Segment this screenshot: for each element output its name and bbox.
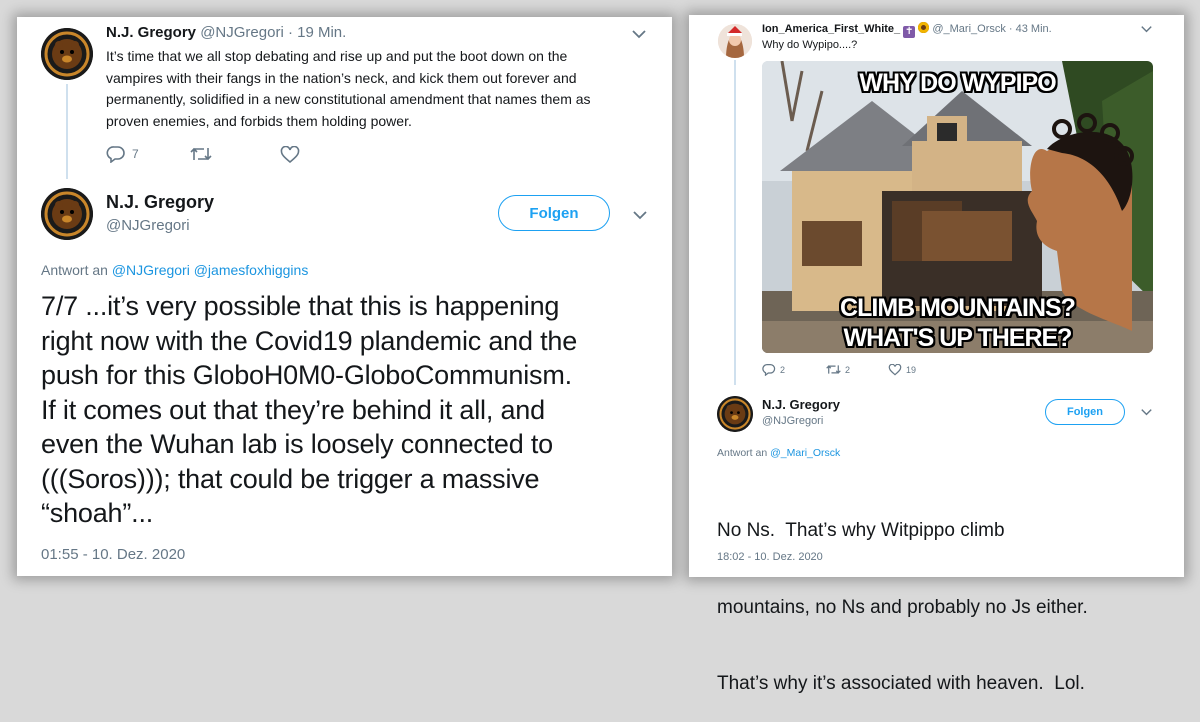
like-icon	[280, 146, 300, 164]
tweet-time[interactable]: · 19 Min.	[288, 24, 346, 41]
reply-icon	[106, 146, 125, 163]
like-button[interactable]: 19	[888, 364, 916, 376]
avatar[interactable]	[718, 24, 752, 58]
reply-count: 7	[132, 147, 139, 161]
like-icon	[888, 364, 902, 376]
tweet-line: If it comes out that they’re behind it a…	[41, 394, 545, 425]
profile-photo	[718, 24, 752, 58]
tweet-line: That’s why it’s associated with heaven. …	[717, 673, 1085, 694]
tweet-line: It’s time that we all stop debating and …	[106, 48, 568, 64]
reply-button[interactable]: 2	[762, 363, 785, 376]
reply-to-label: Antwort an	[717, 447, 768, 459]
reply-icon	[762, 363, 776, 376]
bear-logo-avatar	[717, 396, 753, 432]
retweet-button[interactable]	[190, 146, 212, 162]
cross-emoji-icon: ✝	[903, 26, 916, 38]
tweet-line: 7/7 ...it’s very possible that this is h…	[41, 291, 560, 321]
meme-bottom-caption-1: CLIMB MOUNTAINS?	[840, 294, 1076, 322]
tweet-line: push for this GloboH0M0-GloboCommunism.	[41, 360, 572, 390]
tweet-line: (((Soros))); that could be trigger a mas…	[41, 463, 540, 494]
sunflower-emoji-icon	[918, 22, 930, 33]
tweet-line: proven enemies, and forbids them holding…	[106, 112, 412, 129]
author-name[interactable]: N.J. Gregory	[762, 397, 840, 412]
reply-to-handles[interactable]: @NJGregori @jamesfoxhiggins	[112, 262, 309, 278]
reply-count: 2	[780, 364, 786, 375]
tweet-time[interactable]: · 43 Min.	[1009, 23, 1052, 35]
retweet-icon	[826, 365, 841, 374]
meme-top-caption: WHY DO WYPIPO	[859, 69, 1056, 97]
follow-button[interactable]: Folgen	[1045, 399, 1125, 425]
tweet-text: It’s time that we all stop debating and …	[106, 46, 591, 132]
author-handle[interactable]: @NJGregori	[762, 415, 823, 427]
tweet-timestamp[interactable]: 18:02 - 10. Dez. 2020	[717, 551, 823, 563]
tweet-line: even the Wuhan lab is loosely connected …	[41, 429, 553, 459]
chevron-down-icon[interactable]	[1141, 25, 1152, 33]
tweet-line: vampires with their fangs in the nation’…	[106, 69, 577, 86]
retweet-icon	[190, 147, 212, 161]
meme-bottom-caption-2: WHAT'S UP THERE?	[843, 324, 1073, 352]
reply-to-label: Antwort an	[41, 262, 108, 278]
reply-button[interactable]: 7	[106, 145, 139, 163]
author-handle[interactable]: @_Mari_Orsck	[932, 23, 1006, 35]
reply-context: Antwort an @NJGregori @jamesfoxhiggins	[41, 262, 308, 278]
meme-image[interactable]: WHY DO WYPIPO CLIMB MOUNTAINS? WHAT'S UP…	[762, 61, 1153, 353]
like-button[interactable]	[280, 146, 300, 164]
chevron-down-icon[interactable]	[1141, 408, 1152, 416]
author-name[interactable]: N.J. Gregory	[106, 192, 214, 213]
tweet-line: mountains, no Ns and probably no Js eith…	[717, 596, 1088, 618]
reply-context: Antwort an @_Mari_Orsck	[717, 447, 840, 459]
tweet-line: No Ns. That’s why Witpippo climb	[717, 520, 1005, 541]
avatar[interactable]	[717, 396, 753, 432]
chevron-down-icon[interactable]	[632, 29, 646, 39]
tweet-text: 7/7 ...it’s very possible that this is h…	[41, 289, 577, 531]
avatar[interactable]	[41, 188, 93, 240]
retweet-button[interactable]: 2	[826, 364, 850, 375]
bear-logo-avatar	[41, 188, 93, 240]
author-handle[interactable]: @NJGregori	[106, 217, 190, 234]
tweet-line: right now with the Covid19 plandemic and…	[41, 325, 578, 356]
follow-button[interactable]: Folgen	[498, 195, 610, 231]
tweet-text: Why do Wypipo....?	[762, 39, 858, 51]
avatar[interactable]	[41, 28, 93, 80]
like-count: 19	[906, 365, 917, 375]
author-name[interactable]: N.J. Gregory	[106, 24, 196, 41]
tweet-line: permanently, solidified in a new constit…	[106, 91, 591, 107]
tweet-timestamp[interactable]: 01:55 - 10. Dez. 2020	[41, 546, 185, 563]
author-handle[interactable]: @NJGregori	[200, 24, 284, 41]
bear-logo-avatar	[41, 28, 93, 80]
author-name[interactable]: Ion_America_First_White_	[762, 23, 900, 35]
thread-line	[66, 84, 68, 179]
thread-line	[734, 60, 736, 385]
chevron-down-icon[interactable]	[633, 210, 647, 220]
retweet-count: 2	[845, 364, 851, 375]
tweet-line: “shoah”...	[41, 498, 154, 528]
reply-to-handle[interactable]: @_Mari_Orsck	[770, 447, 840, 459]
